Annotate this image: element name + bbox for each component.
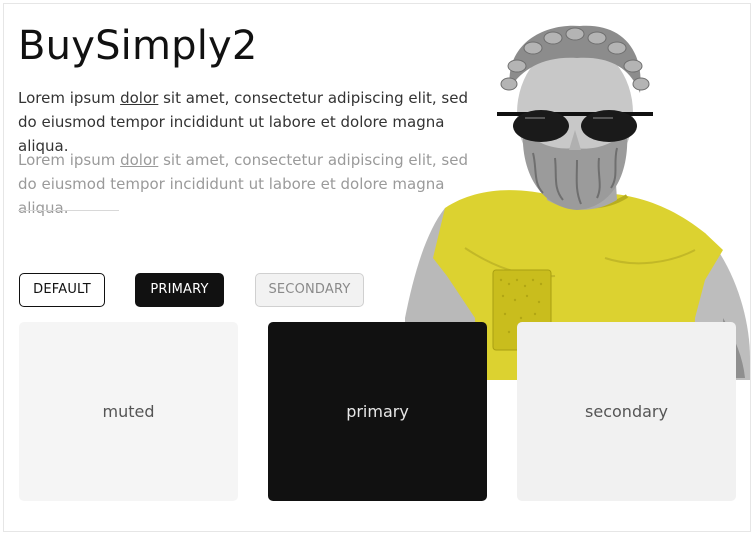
muted-text-before: Lorem ipsum (18, 151, 121, 169)
intro-text-before: Lorem ipsum (18, 89, 121, 107)
primary-button[interactable]: PRIMARY (135, 273, 224, 307)
primary-card: primary (268, 322, 487, 501)
primary-card-label: primary (346, 402, 409, 421)
page-title: BuySimply2 (18, 23, 258, 69)
secondary-card: secondary (517, 322, 736, 501)
secondary-button[interactable]: SECONDARY (255, 273, 364, 307)
muted-link[interactable]: dolor (120, 151, 158, 169)
secondary-card-label: secondary (585, 402, 668, 421)
muted-card: muted (19, 322, 238, 501)
muted-card-label: muted (102, 402, 155, 421)
intro-link[interactable]: dolor (120, 89, 158, 107)
default-button[interactable]: DEFAULT (19, 273, 105, 307)
divider (18, 210, 119, 211)
